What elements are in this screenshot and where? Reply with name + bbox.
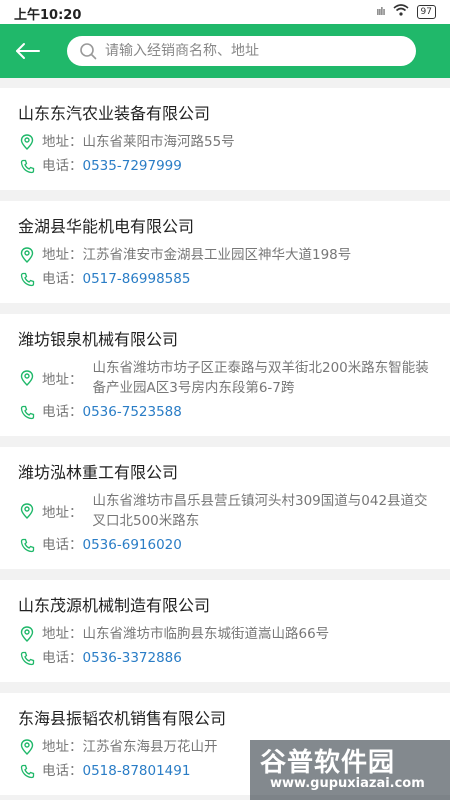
phone-row: 电话： 0536-3372886 [18,648,432,668]
watermark: 谷普软件园 www.gupuxiazai.com [250,740,450,800]
dealer-card[interactable]: 山东茂源机械制造有限公司 地址： 山东省潍坊市临朐县东城街道嵩山路66号 电话：… [0,580,450,682]
dealer-name: 潍坊银泉机械有限公司 [18,330,179,349]
phone-label: 电话： [42,650,83,666]
dealer-list: 山东东汽农业装备有限公司 地址： 山东省莱阳市海河路55号 电话： 0535-7… [0,88,450,800]
phone-label: 电话： [42,271,83,287]
dealer-name: 山东东汽农业装备有限公司 [18,104,211,123]
location-pin-icon [18,738,36,756]
address-row: 地址： 山东省潍坊市昌乐县营丘镇河头村309国道与042县道交叉口北500米路东 [18,491,432,531]
address-row: 地址： 山东省潍坊市临朐县东城街道嵩山路66号 [18,624,432,644]
phone-row: 电话： 0536-7523588 [18,402,432,422]
dealer-card[interactable]: 潍坊银泉机械有限公司 地址： 山东省潍坊市坊子区正泰路与双羊街北200米路东智能… [0,314,450,436]
status-bar: 上午10:20 ıılı 97 [0,0,450,24]
wifi-icon [393,4,409,19]
phone-icon [18,403,36,421]
address-label: 地址： [42,505,83,521]
phone-row: 电话： 0517-86998585 [18,269,432,289]
address-value: 江苏省淮安市金湖县工业园区神华大道198号 [82,247,352,263]
location-pin-icon [18,133,36,151]
status-icons: ıılı 97 [376,4,436,19]
address-row: 地址： 山东省潍坊市坊子区正泰路与双羊街北200米路东智能装备产业园A区3号房内… [18,358,432,398]
location-pin-icon [18,625,36,643]
phone-label: 电话： [42,404,83,420]
phone-icon [18,649,36,667]
address-label: 地址： [42,247,83,263]
phone-label: 电话： [42,537,83,553]
watermark-url: www.gupuxiazai.com [270,776,425,791]
back-button[interactable] [12,36,44,66]
signal-icon: ıılı [376,5,385,18]
address-label: 地址： [42,739,83,755]
watermark-title: 谷普软件园 [260,748,396,778]
phone-label: 电话： [42,158,83,174]
phone-link[interactable]: 0536-7523588 [83,402,433,422]
phone-link[interactable]: 0536-6916020 [83,535,433,555]
address-label: 地址： [42,134,83,150]
location-pin-icon [18,502,36,520]
phone-row: 电话： 0536-6916020 [18,535,432,555]
search-input[interactable] [105,43,395,59]
phone-row: 电话： 0535-7297999 [18,156,432,176]
address-value: 山东省潍坊市临朐县东城街道嵩山路66号 [82,626,330,642]
search-icon [80,43,97,60]
dealer-card[interactable]: 金湖县华能机电有限公司 地址： 江苏省淮安市金湖县工业园区神华大道198号 电话… [0,201,450,303]
address-value: 山东省莱阳市海河路55号 [82,134,235,150]
dealer-name: 金湖县华能机电有限公司 [18,217,195,236]
dealer-name: 潍坊泓林重工有限公司 [18,463,179,482]
phone-label: 电话： [42,763,83,779]
address-row: 地址： 江苏省淮安市金湖县工业园区神华大道198号 [18,245,432,265]
address-value: 山东省潍坊市昌乐县营丘镇河头村309国道与042县道交叉口北500米路东 [92,493,428,529]
address-label: 地址： [42,626,83,642]
location-pin-icon [18,369,36,387]
phone-link[interactable]: 0536-3372886 [83,648,433,668]
dealer-name: 东海县振韬农机销售有限公司 [18,709,227,728]
phone-link[interactable]: 0535-7297999 [83,156,433,176]
dealer-card[interactable]: 潍坊泓林重工有限公司 地址： 山东省潍坊市昌乐县营丘镇河头村309国道与042县… [0,447,450,569]
address-row: 地址： 山东省莱阳市海河路55号 [18,132,432,152]
battery-icon: 97 [416,4,436,19]
dealer-name: 山东茂源机械制造有限公司 [18,596,211,615]
address-value: 山东省潍坊市坊子区正泰路与双羊街北200米路东智能装备产业园A区3号房内东段第6… [92,360,429,396]
dealer-card[interactable]: 山东东汽农业装备有限公司 地址： 山东省莱阳市海河路55号 电话： 0535-7… [0,88,450,190]
location-pin-icon [18,246,36,264]
address-label: 地址： [42,372,83,388]
back-arrow-icon [16,43,40,59]
phone-icon [18,270,36,288]
status-time: 上午10:20 [14,8,82,23]
phone-icon [18,157,36,175]
phone-link[interactable]: 0517-86998585 [83,269,433,289]
search-box[interactable] [67,36,416,66]
header-bar [0,24,450,78]
phone-icon [18,762,36,780]
phone-icon [18,536,36,554]
